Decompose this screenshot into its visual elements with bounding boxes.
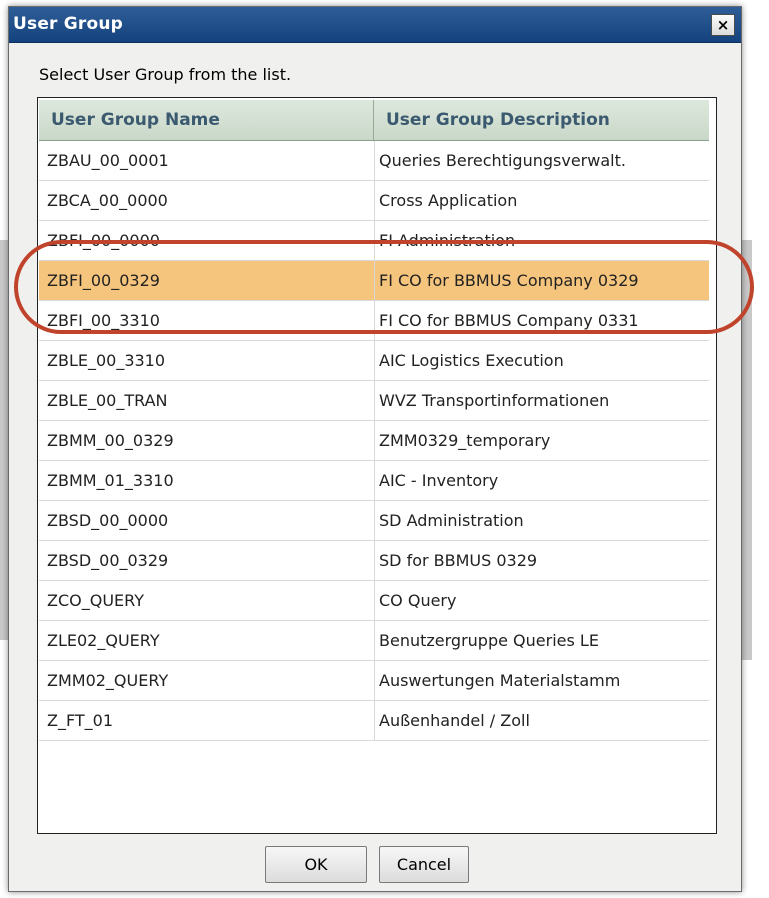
table-row[interactable]: ZBLE_00_TRAN WVZ Transportinformationen	[39, 381, 709, 421]
cell-user-group-description: WVZ Transportinformationen	[374, 381, 709, 421]
cell-user-group-name: ZBMM_01_3310	[47, 471, 174, 490]
user-group-dialog: User Group × Select User Group from the …	[8, 6, 742, 892]
cell-user-group-description: AIC Logistics Execution	[374, 341, 709, 381]
user-group-list[interactable]: User Group Name User Group Description Z…	[37, 97, 717, 834]
cell-user-group-name: ZBCA_00_0000	[47, 191, 168, 210]
background-window-edge-right	[742, 240, 752, 660]
cell-user-group-name: ZBFI_00_0329	[47, 271, 160, 290]
table-row[interactable]: ZMM02_QUERY Auswertungen Materialstamm	[39, 661, 709, 701]
cell-user-group-description: Queries Berechtigungsverwalt.	[374, 141, 709, 181]
cell-user-group-name: ZBLE_00_TRAN	[47, 391, 168, 410]
cell-user-group-description: FI CO for BBMUS Company 0329	[374, 261, 709, 301]
table-row[interactable]: ZBFI_00_0000 FI Administration	[39, 221, 709, 261]
table-row[interactable]: ZBCA_00_0000 Cross Application	[39, 181, 709, 221]
cell-user-group-name: ZLE02_QUERY	[47, 631, 160, 650]
cell-user-group-description: Benutzergruppe Queries LE	[374, 621, 709, 661]
table-row[interactable]: ZBFI_00_3310 FI CO for BBMUS Company 033…	[39, 301, 709, 341]
cell-user-group-name: ZBFI_00_0000	[47, 231, 160, 250]
cell-user-group-name: Z_FT_01	[47, 711, 114, 730]
table-row[interactable]: ZLE02_QUERY Benutzergruppe Queries LE	[39, 621, 709, 661]
cell-user-group-name: ZBLE_00_3310	[47, 351, 166, 370]
cell-user-group-name: ZBFI_00_3310	[47, 311, 160, 330]
instruction-text: Select User Group from the list.	[39, 65, 292, 84]
cell-user-group-name: ZBSD_00_0329	[47, 551, 169, 570]
cell-user-group-description: FI CO for BBMUS Company 0331	[374, 301, 709, 341]
dialog-title: User Group	[13, 14, 124, 34]
title-bar[interactable]: User Group ×	[9, 7, 741, 43]
cell-user-group-description: ZMM0329_temporary	[374, 421, 709, 461]
table-row[interactable]: ZBMM_00_0329 ZMM0329_temporary	[39, 421, 709, 461]
cell-user-group-description: AIC - Inventory	[374, 461, 709, 501]
column-header-name[interactable]: User Group Name	[39, 100, 374, 140]
cell-user-group-name: ZBSD_00_0000	[47, 511, 169, 530]
close-icon[interactable]: ×	[711, 14, 735, 36]
table-row[interactable]: ZBLE_00_3310 AIC Logistics Execution	[39, 341, 709, 381]
cell-user-group-description: SD Administration	[374, 501, 709, 541]
cell-user-group-description: Außenhandel / Zoll	[374, 701, 709, 741]
cell-user-group-description: CO Query	[374, 581, 709, 621]
cell-user-group-name: ZMM02_QUERY	[47, 671, 169, 690]
cell-user-group-description: FI Administration	[374, 221, 709, 261]
grid-header: User Group Name User Group Description	[39, 100, 709, 141]
cancel-button[interactable]: Cancel	[379, 846, 469, 883]
cell-user-group-description: Auswertungen Materialstamm	[374, 661, 709, 701]
table-row[interactable]: ZBSD_00_0329 SD for BBMUS 0329	[39, 541, 709, 581]
cell-user-group-description: Cross Application	[374, 181, 709, 221]
table-row[interactable]: Z_FT_01 Außenhandel / Zoll	[39, 701, 709, 741]
table-row[interactable]: ZCO_QUERY CO Query	[39, 581, 709, 621]
table-row[interactable]: ZBAU_00_0001 Queries Berechtigungsverwal…	[39, 141, 709, 181]
cell-user-group-name: ZBMM_00_0329	[47, 431, 174, 450]
cell-user-group-name: ZBAU_00_0001	[47, 151, 169, 170]
background-window-edge-left	[0, 240, 8, 640]
table-row[interactable]: ZBSD_00_0000 SD Administration	[39, 501, 709, 541]
column-header-description[interactable]: User Group Description	[374, 100, 709, 140]
cell-user-group-description: SD for BBMUS 0329	[374, 541, 709, 581]
table-row-selected[interactable]: ZBFI_00_0329 FI CO for BBMUS Company 032…	[39, 261, 709, 301]
table-row[interactable]: ZBMM_01_3310 AIC - Inventory	[39, 461, 709, 501]
cell-user-group-name: ZCO_QUERY	[47, 591, 145, 610]
ok-button[interactable]: OK	[265, 846, 367, 883]
